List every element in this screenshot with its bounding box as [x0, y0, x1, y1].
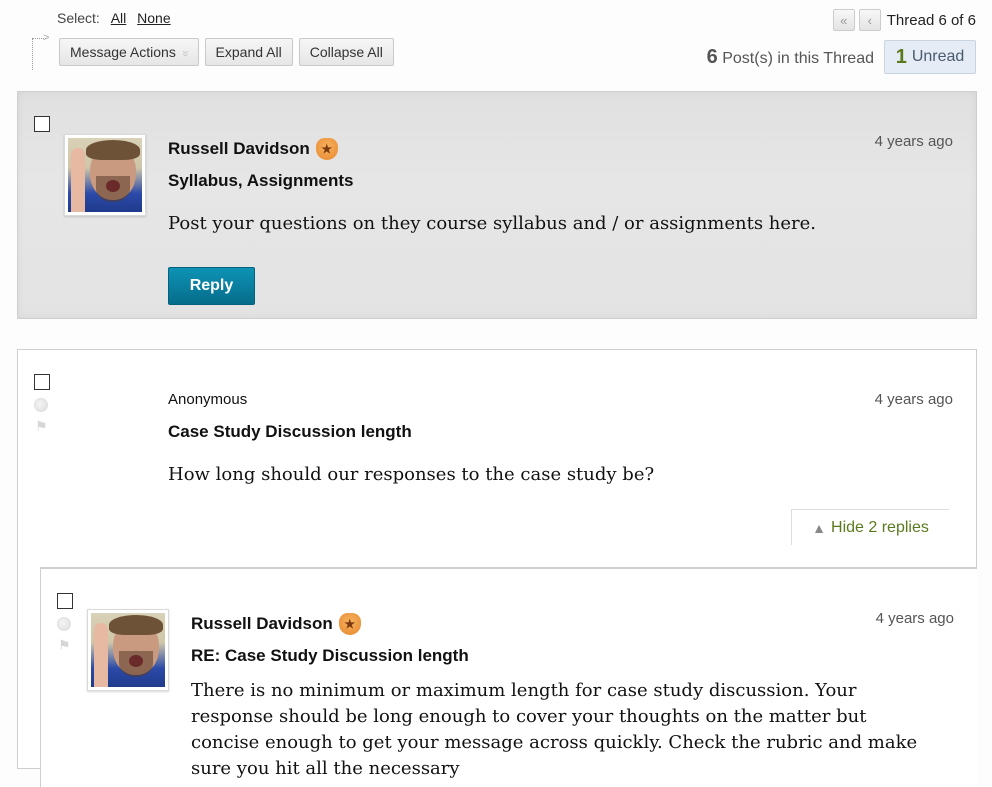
- hide-replies-label: Hide 2 replies: [831, 518, 929, 536]
- read-status-icon[interactable]: [34, 398, 48, 412]
- previous-thread-icon[interactable]: ‹: [858, 9, 881, 31]
- unread-button[interactable]: 1 Unread: [884, 40, 976, 74]
- post-count-number: 6: [706, 46, 718, 68]
- post-checkbox[interactable]: [34, 116, 50, 132]
- double-chevron-down-icon: »: [178, 50, 193, 54]
- avatar-image: [91, 613, 165, 687]
- first-thread-icon[interactable]: «: [832, 9, 855, 31]
- instructor-badge-icon: ★: [315, 138, 338, 160]
- avatar: [64, 134, 146, 216]
- post-checkbox[interactable]: [34, 374, 50, 390]
- post-subject: RE: Case Study Discussion length: [191, 646, 469, 665]
- instructor-badge-icon: ★: [338, 613, 361, 635]
- post-count-label: Post(s) in this Thread: [722, 50, 874, 67]
- unread-count: 1: [895, 45, 907, 68]
- flag-icon[interactable]: ⚑: [58, 637, 71, 654]
- post-timestamp: 4 years ago: [874, 133, 953, 150]
- read-status-icon[interactable]: [57, 617, 71, 631]
- triangle-up-icon: ▲: [812, 519, 827, 536]
- post-checkbox[interactable]: [57, 593, 73, 609]
- post-subject: Case Study Discussion length: [168, 422, 412, 441]
- hide-replies-button[interactable]: ▲ Hide 2 replies: [791, 509, 949, 545]
- select-all-link[interactable]: All: [111, 10, 127, 26]
- unread-label: Unread: [911, 48, 965, 65]
- author-name: Russell Davidson: [191, 614, 333, 633]
- toolbar-buttons: Message Actions » Expand All Collapse Al…: [59, 38, 394, 66]
- flag-icon[interactable]: ⚑: [35, 418, 48, 435]
- avatar-image: [68, 138, 142, 212]
- reply-post: ⚑ Anonymous Case Study Discussion length…: [17, 349, 977, 787]
- post-subject: Syllabus, Assignments: [168, 171, 354, 190]
- expand-all-button[interactable]: Expand All: [204, 38, 293, 66]
- avatar: [87, 609, 169, 691]
- post-body: Post your questions on they course sylla…: [168, 213, 817, 234]
- post-body: There is no minimum or maximum length fo…: [191, 680, 918, 779]
- select-row: Select: All None: [57, 10, 171, 26]
- bracket-arrow-icon: >: [43, 32, 50, 44]
- post-count: 6 Post(s) in this Thread: [707, 46, 874, 69]
- collapse-all-button[interactable]: Collapse All: [298, 38, 394, 66]
- post-body: How long should our responses to the cas…: [168, 464, 655, 485]
- author-name: Russell Davidson: [168, 139, 310, 158]
- post-author: Anonymous: [168, 391, 248, 408]
- thread-position: Thread 6 of 6: [886, 11, 976, 29]
- reply-button[interactable]: Reply: [168, 267, 255, 305]
- post-timestamp: 4 years ago: [875, 610, 954, 627]
- select-none-link[interactable]: None: [137, 10, 170, 26]
- post-timestamp: 4 years ago: [874, 391, 953, 408]
- message-actions-label: Message Actions: [70, 44, 176, 60]
- nested-reply-post: ⚑ Russell Davidson ★ RE: Case Study Disc…: [40, 567, 977, 787]
- thread-navigation: « ‹ Thread 6 of 6: [832, 9, 976, 31]
- post-author[interactable]: Russell Davidson ★: [191, 613, 361, 635]
- select-label: Select:: [57, 10, 100, 26]
- main-post: Russell Davidson ★ Syllabus, Assignments…: [17, 91, 977, 319]
- post-author[interactable]: Russell Davidson ★: [168, 138, 338, 160]
- message-actions-button[interactable]: Message Actions »: [59, 38, 199, 66]
